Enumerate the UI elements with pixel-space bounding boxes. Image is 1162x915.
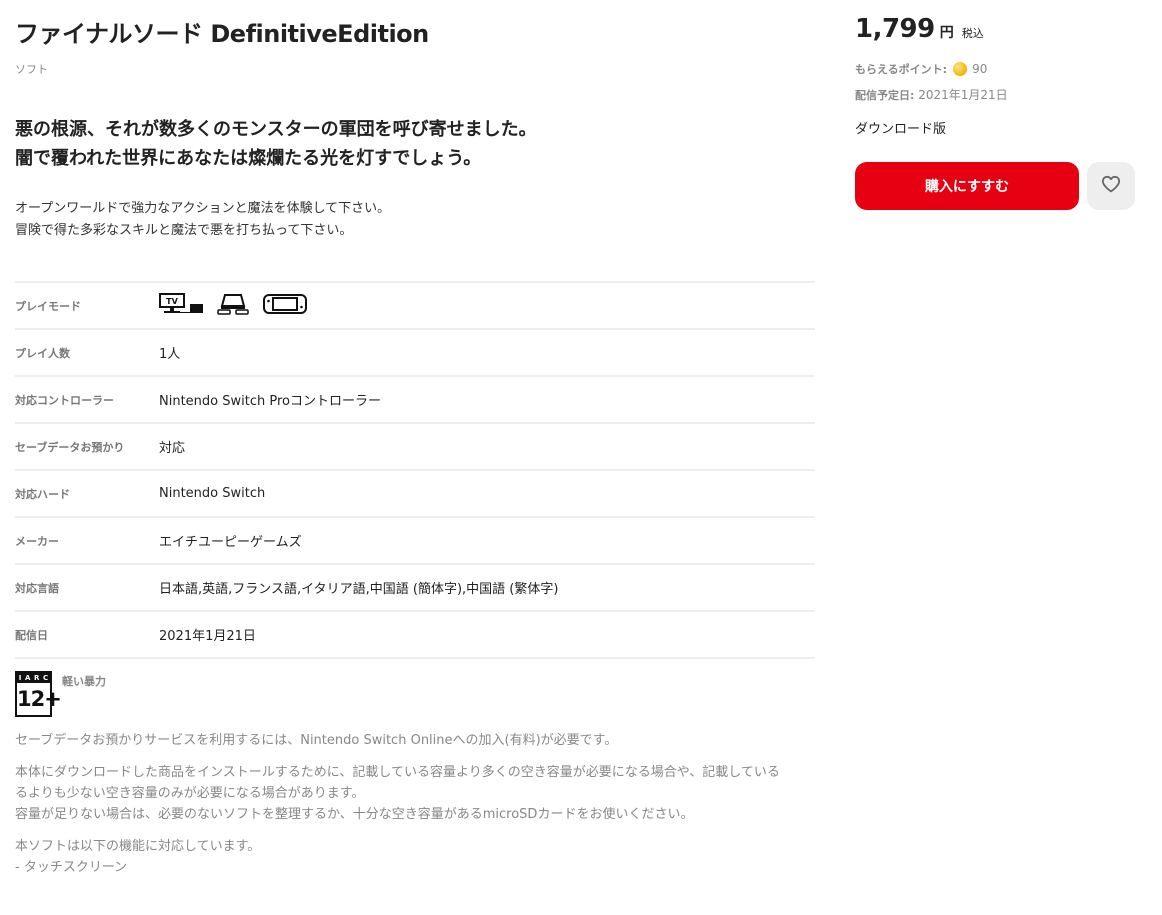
release-value: 2021年1月21日 [918,88,1008,102]
spec-row-save-data: セーブデータお預かり 対応 [15,424,815,471]
release-label: 配信予定日: [855,89,915,102]
spec-row-hardware: 対応ハード Nintendo Switch [15,471,815,518]
svg-text:TV: TV [166,297,178,306]
spec-label: 配信日 [15,628,48,642]
purchase-button[interactable]: 購入にすすむ [855,162,1079,210]
spec-row-languages: 対応言語 日本語,英語,フランス語,イタリア語,中国語 (簡体字),中国語 (繁… [15,565,815,612]
product-description: オープンワールドで強力なアクションと魔法を体験して下さい。 冒険で得た多彩なスキ… [15,198,390,242]
spec-value: 対応 [159,441,186,456]
spec-value: 1人 [159,347,181,362]
spec-label: プレイ人数 [15,346,70,360]
product-notes: セーブデータお預かりサービスを利用するには、Nintendo Switch On… [15,730,815,889]
heart-icon [1101,175,1121,197]
spec-value: 2021年1月21日 [159,629,256,644]
spec-label: 対応言語 [15,581,59,595]
spec-label: 対応コントローラー [15,393,114,407]
note-storage: 本体にダウンロードした商品をインストールするために、記載している容量より多くの空… [15,765,780,822]
description-line: 冒険で得た多彩なスキルと魔法で悪を打ち払って下さい。 [15,223,353,238]
spec-label: プレイモード [15,299,81,313]
gold-point-coin-icon [953,62,968,76]
spec-label: メーカー [15,534,59,548]
product-catchcopy: 悪の根源、それが数多くのモンスターの軍団を呼び寄せました。 闇で覆われた世界にあ… [15,115,537,173]
points-value: 90 [972,62,988,76]
handheld-mode-icon [263,293,307,319]
note-online: セーブデータお預かりサービスを利用するには、Nintendo Switch On… [15,733,618,748]
tabletop-mode-icon [217,293,249,319]
price-value: 1,799 [855,14,935,44]
spec-row-play-mode: プレイモード TV [15,283,815,330]
reward-points: もらえるポイント: 90 [855,61,987,77]
spec-value: 日本語,英語,フランス語,イタリア語,中国語 (簡体字),中国語 (繁体字) [159,582,559,597]
catchcopy-line: 悪の根源、それが数多くのモンスターの軍団を呼び寄せました。 [15,119,537,140]
points-label: もらえるポイント: [855,63,948,76]
product-category: ソフト [15,63,48,76]
price-currency: 円 [939,25,954,41]
release-date: 配信予定日: 2021年1月21日 [855,86,1008,103]
tv-mode-icon: TV [159,292,203,319]
spec-value: エイチユーピーゲームズ [159,535,302,550]
price: 1,799 円 税込 [855,14,984,44]
play-mode-icons: TV [159,292,307,319]
iarc-label: I A R C [17,673,50,683]
spec-row-release: 配信日 2021年1月21日 [15,612,815,659]
spec-row-controller: 対応コントローラー Nintendo Switch Proコントローラー [15,377,815,424]
spec-value: Nintendo Switch [159,486,266,501]
favorite-button[interactable] [1087,162,1135,210]
note-features: 本ソフトは以下の機能に対応しています。 - タッチスクリーン [15,839,261,875]
iarc-rating-badge: I A R C 12+ [15,671,62,717]
price-tax-label: 税込 [961,27,984,40]
spec-label: セーブデータお預かり [15,440,125,454]
spec-row-players: プレイ人数 1人 [15,330,815,377]
edition-label: ダウンロード版 [855,122,947,137]
spec-table: プレイモード TV プレイ人数 1人 対応コントローラー Nintendo Sw… [15,281,815,659]
spec-value: Nintendo Switch Proコントローラー [159,394,381,409]
description-line: オープンワールドで強力なアクションと魔法を体験して下さい。 [15,201,391,216]
spec-label: 対応ハード [15,487,70,501]
catchcopy-line: 闇で覆われた世界にあなたは燦爛たる光を灯すでしょう。 [15,148,482,169]
spec-row-maker: メーカー エイチユーピーゲームズ [15,518,815,565]
product-title: ファイナルソード DefinitiveEdition [15,20,429,48]
rating-descriptor: 軽い暴力 [62,675,106,688]
iarc-age: 12+ [17,687,62,711]
age-rating: I A R C 12+ 軽い暴力 [15,671,106,717]
